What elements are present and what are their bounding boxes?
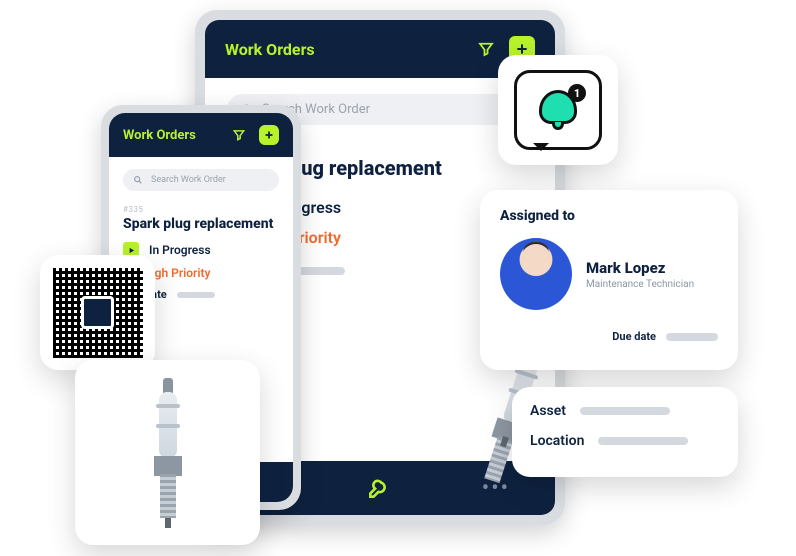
assigned-card: Assigned to Mark Lopez Maintenance Techn… [480, 190, 738, 370]
workorder-id: #335 [123, 205, 279, 214]
notification-card[interactable]: 1 [498, 55, 618, 165]
details-card: Asset Location [512, 387, 738, 477]
notification-badge: 1 [568, 84, 586, 102]
phone-header: Work Orders [109, 113, 293, 157]
filter-icon[interactable] [473, 36, 499, 62]
workorder-title: Spark plug replacement [123, 216, 279, 232]
page-title: Work Orders [225, 40, 315, 59]
location-label: Location [530, 433, 584, 449]
location-row[interactable]: Location [530, 433, 720, 449]
spark-plug-image [148, 378, 188, 528]
asset-label: Asset [530, 403, 566, 419]
search-input[interactable]: Search Work Order [123, 169, 279, 191]
add-button[interactable] [259, 125, 279, 145]
person-name: Mark Lopez [586, 259, 694, 277]
header-actions [229, 125, 279, 145]
placeholder-bar [666, 333, 718, 341]
bell-icon: 1 [536, 88, 580, 132]
search-icon [133, 175, 143, 185]
assigned-person: Mark Lopez Maintenance Technician [586, 259, 694, 290]
placeholder-bar [177, 292, 215, 298]
spark-plug-card [75, 360, 260, 545]
search-placeholder: Search Work Order [151, 175, 226, 185]
page-title: Work Orders [123, 128, 196, 143]
asset-row[interactable]: Asset [530, 403, 720, 419]
assigned-heading: Assigned to [500, 208, 718, 224]
placeholder-bar [580, 407, 670, 415]
filter-icon[interactable] [229, 125, 249, 145]
placeholder-bar [598, 437, 688, 445]
qr-code-icon [53, 268, 143, 358]
person-role: Maintenance Technician [586, 279, 694, 290]
tab-wrench-icon[interactable] [366, 475, 392, 501]
assigned-row[interactable]: Mark Lopez Maintenance Technician [500, 238, 718, 310]
qr-card [40, 255, 155, 370]
due-label: Due date [612, 330, 656, 343]
assigned-due-row: Due date [500, 330, 718, 343]
status-text: In Progress [149, 243, 211, 257]
chat-bubble-icon: 1 [514, 70, 602, 150]
status-row: In Progress [123, 242, 279, 258]
avatar [500, 238, 572, 310]
